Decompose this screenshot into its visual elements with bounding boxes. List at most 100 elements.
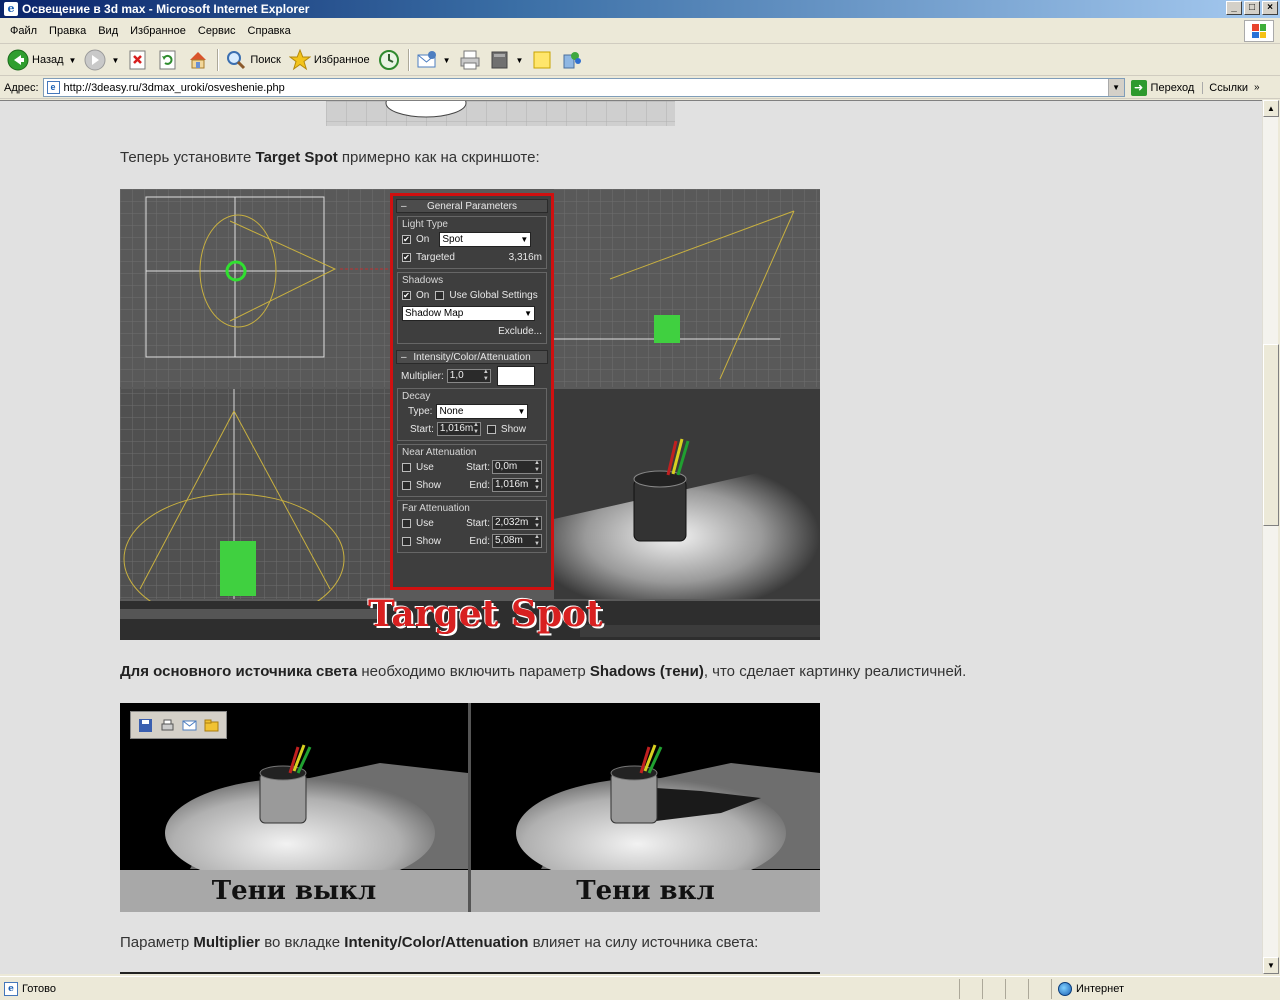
address-bar: Адрес: e http://3deasy.ru/3dmax_uroki/os… [0, 77, 1280, 99]
search-button[interactable]: Поиск [222, 47, 283, 73]
light-parameters-panel: – General Parameters Light Type ✔ On Spot… [390, 193, 554, 590]
edit-button[interactable]: ▼ [486, 47, 527, 73]
mail-button[interactable]: ▼ [413, 47, 454, 73]
menu-favorites[interactable]: Избранное [124, 23, 192, 39]
address-dropdown-icon[interactable]: ▼ [1107, 79, 1124, 96]
forward-button[interactable]: ▼ [81, 47, 122, 73]
general-parameters-header[interactable]: – General Parameters [396, 199, 548, 213]
menu-help[interactable]: Справка [242, 23, 297, 39]
home-button[interactable] [184, 47, 212, 73]
decay-start-spinner[interactable]: 1,016m ▲ ▼ [436, 422, 481, 436]
page-content: Теперь установите Target Spot примерно к… [0, 100, 1262, 974]
decay-show-checkbox[interactable] [486, 424, 496, 434]
shadows-comparison-image: Тени выкл Тени вкл [120, 703, 820, 912]
folder-icon[interactable] [204, 718, 219, 733]
stop-button[interactable] [124, 47, 152, 73]
light-color-swatch[interactable] [496, 366, 535, 386]
stop-icon [127, 49, 149, 71]
vertical-scrollbar[interactable]: ▲ ▼ [1262, 100, 1279, 974]
forward-dropdown-icon[interactable]: ▼ [111, 56, 119, 65]
mail-dropdown-icon[interactable]: ▼ [443, 56, 451, 65]
far-show-checkbox[interactable] [402, 536, 411, 546]
far-use-checkbox[interactable] [402, 518, 411, 528]
back-button[interactable]: Назад ▼ [4, 47, 79, 73]
messenger-icon [561, 49, 583, 71]
maximize-button[interactable]: □ [1244, 1, 1260, 15]
email-icon[interactable] [182, 718, 197, 733]
far-start-spinner[interactable]: 2,032m ▲ ▼ [492, 516, 542, 530]
shadow-type-dropdown[interactable]: Shadow Map ▼ [402, 306, 535, 321]
shadows-on-render: Тени вкл [471, 703, 820, 912]
status-cell [960, 978, 983, 999]
shadows-group: Shadows ✔ On Use Global Settings Shadow … [397, 272, 547, 344]
menu-bar: Файл Правка Вид Избранное Сервис Справка [0, 18, 1280, 44]
printer-icon [459, 49, 481, 71]
favorites-button[interactable]: Избранное [286, 47, 373, 73]
page-icon: e [46, 81, 60, 94]
use-global-checkbox[interactable] [435, 290, 445, 300]
far-end-spinner[interactable]: 5,08m ▲ ▼ [492, 534, 542, 548]
discuss-button[interactable] [528, 47, 556, 73]
multiplier-spinner[interactable]: 1,0 ▲ ▼ [446, 369, 491, 383]
exclude-button[interactable]: Exclude... [402, 323, 542, 341]
home-icon [187, 49, 209, 71]
light-type-dropdown[interactable]: Spot ▼ [439, 231, 532, 247]
paragraph-shadows: Для основного источника света необходимо… [120, 663, 967, 680]
edit-dropdown-icon[interactable]: ▼ [516, 56, 524, 65]
window-title: Освещение в 3d max - Microsoft Internet … [22, 2, 310, 16]
page-done-icon: e [4, 981, 18, 996]
print-button[interactable] [456, 47, 484, 73]
address-url: http://3deasy.ru/3dmax_uroki/osveshenie.… [63, 81, 285, 94]
shadows-off-render: Тени выкл [120, 703, 468, 912]
favorites-label: Избранное [313, 54, 370, 66]
near-show-checkbox[interactable] [402, 480, 411, 490]
near-use-checkbox[interactable] [402, 462, 411, 472]
scroll-down-button[interactable]: ▼ [1263, 957, 1279, 974]
toolbar-separator [217, 49, 220, 71]
go-button[interactable]: ➜ Переход [1130, 79, 1194, 96]
decay-group: Decay Type: None ▼ Start: 1,016m ▲ ▼ Show [397, 388, 547, 441]
forward-arrow-icon [84, 49, 106, 71]
paragraph-target-spot: Теперь установите Target Spot примерно к… [120, 149, 540, 166]
toolbar: Назад ▼ ▼ Поиск Избранное ▼ ▼ [0, 45, 1280, 76]
window-titlebar: e Освещение в 3d max - Microsoft Interne… [0, 0, 1280, 18]
security-zone: Интернет [1052, 981, 1124, 996]
targeted-checkbox[interactable]: ✔ [402, 252, 411, 262]
on-checkbox[interactable]: ✔ [402, 234, 411, 244]
messenger-button[interactable] [558, 47, 586, 73]
links-button[interactable]: Ссылки [1202, 81, 1248, 94]
go-arrow-icon: ➜ [1130, 79, 1147, 96]
p1-text-post: примерно как на скриншоте: [337, 149, 540, 166]
decay-type-dropdown[interactable]: None ▼ [436, 403, 529, 419]
near-end-spinner[interactable]: 1,016m ▲ ▼ [492, 478, 542, 492]
near-attenuation-group: Near Attenuation Use Start: 0,0m ▲ ▼ Show … [397, 444, 547, 497]
shadows-on-checkbox[interactable]: ✔ [402, 290, 411, 300]
back-label: Назад [32, 54, 64, 66]
near-start-spinner[interactable]: 0,0m ▲ ▼ [492, 460, 542, 474]
minimize-button[interactable]: _ [1226, 1, 1242, 15]
menu-file[interactable]: Файл [4, 23, 43, 39]
menu-view[interactable]: Вид [92, 23, 124, 39]
menu-tools[interactable]: Сервис [192, 23, 242, 39]
print-icon[interactable] [160, 718, 175, 733]
caption-shadows-off: Тени выкл [120, 870, 468, 912]
status-ready: e Готово [0, 978, 960, 999]
intensity-header[interactable]: – Intensity/Color/Attenuation [396, 350, 548, 364]
scroll-thumb[interactable] [1263, 344, 1279, 526]
save-icon[interactable] [138, 718, 153, 733]
target-spot-screenshot: – General Parameters Light Type ✔ On Spot… [120, 189, 820, 640]
address-label: Адрес: [4, 81, 39, 94]
p1-text-pre: Теперь установите [120, 149, 256, 166]
refresh-button[interactable] [154, 47, 182, 73]
links-chevron-icon[interactable]: » [1254, 82, 1260, 93]
search-label: Поиск [250, 54, 281, 66]
menu-edit[interactable]: Правка [43, 23, 92, 39]
scroll-up-button[interactable]: ▲ [1263, 100, 1279, 117]
back-dropdown-icon[interactable]: ▼ [69, 56, 77, 65]
close-button[interactable]: × [1262, 1, 1278, 15]
history-button[interactable] [375, 47, 403, 73]
p1-bold: Target Spot [255, 149, 338, 166]
address-input[interactable]: e http://3deasy.ru/3dmax_uroki/osvesheni… [42, 78, 1125, 97]
previous-screenshot [326, 101, 675, 126]
caption-shadows-on: Тени вкл [471, 870, 820, 912]
